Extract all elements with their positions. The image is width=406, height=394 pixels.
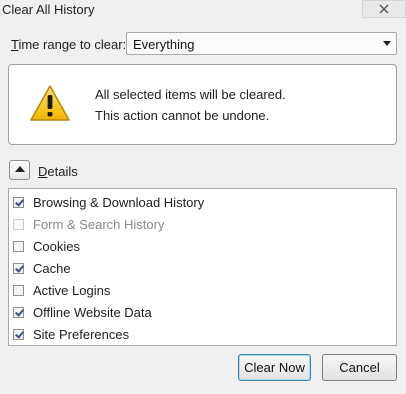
list-item-browsing-download-history[interactable]: Browsing & Download History	[13, 192, 204, 212]
title-bar: Clear All History	[0, 0, 406, 20]
checkbox[interactable]	[13, 240, 24, 252]
time-range-value: Everything	[133, 37, 195, 52]
chevron-up-icon	[15, 166, 25, 172]
checkbox[interactable]	[13, 196, 24, 208]
time-range-select[interactable]: Everything	[126, 32, 397, 55]
list-item-cookies[interactable]: Cookies	[13, 236, 80, 256]
item-label: Form & Search History	[33, 216, 165, 232]
window-title: Clear All History	[2, 2, 95, 17]
list-item-active-logins[interactable]: Active Logins	[13, 280, 110, 300]
history-items-list: Browsing & Download History Form & Searc…	[8, 188, 397, 346]
checkbox[interactable]	[13, 262, 24, 274]
list-item-offline-website-data[interactable]: Offline Website Data	[13, 302, 152, 322]
list-item-cache[interactable]: Cache	[13, 258, 71, 278]
checkbox[interactable]	[13, 284, 24, 296]
warning-box: All selected items will be cleared. This…	[8, 64, 397, 145]
item-label: Cookies	[33, 238, 80, 254]
details-label-text: etails	[47, 164, 78, 179]
time-range-label-text: ime range to clear:	[18, 37, 127, 52]
details-label-accel: D	[38, 164, 48, 179]
item-label: Cache	[33, 260, 71, 276]
list-item-site-preferences[interactable]: Site Preferences	[13, 324, 129, 344]
close-icon	[379, 4, 389, 14]
details-toggle-button[interactable]	[9, 160, 30, 180]
time-range-label: Time range to clear:	[11, 37, 126, 52]
item-label: Active Logins	[33, 282, 111, 298]
list-item-form-search-history: Form & Search History	[13, 214, 164, 234]
clear-now-button[interactable]: Clear Now	[238, 354, 311, 381]
item-label: Offline Website Data	[33, 304, 152, 320]
item-label: Site Preferences	[33, 326, 130, 342]
checkbox[interactable]	[13, 306, 24, 318]
checkbox[interactable]	[13, 328, 24, 340]
item-label: Browsing & Download History	[33, 194, 205, 210]
cancel-button[interactable]: Cancel	[322, 354, 397, 381]
warning-line-1: All selected items will be cleared.	[95, 87, 286, 102]
checkbox	[13, 218, 24, 230]
close-button[interactable]	[362, 0, 406, 18]
details-label[interactable]: Details	[38, 164, 78, 179]
dropdown-arrow-icon	[383, 41, 391, 46]
warning-triangle-icon	[30, 85, 70, 121]
warning-line-2: This action cannot be undone.	[95, 108, 270, 123]
